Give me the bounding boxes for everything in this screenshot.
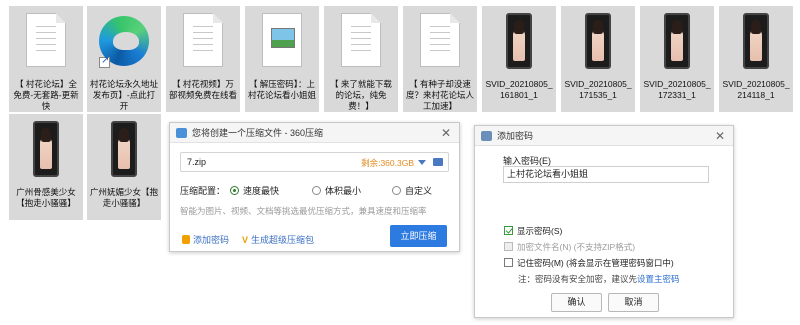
file-label: SVID_20210805_161801_1 [485,79,553,100]
add-password-link[interactable]: 添加密码 [182,233,229,246]
video-thumbnail-icon [585,13,611,69]
password-input[interactable]: 上村花论坛看小姐姐 [503,166,709,183]
file-label: 广州骨感美少女【抱走小骚骚】 [16,187,76,208]
add-password-label: 添加密码 [193,235,230,245]
image-file-icon [262,13,302,67]
radio-icon [392,186,401,195]
edge-browser-icon [99,16,149,68]
cancel-button[interactable]: 取消 [608,293,659,312]
password-dialog-title: 添加密码 [497,131,534,141]
radio-icon [230,186,239,195]
password-dialog-titlebar[interactable]: 添加密码 ✕ [475,126,733,146]
security-note: 注：密码没有安全加密，建议先设置主密码 [518,273,680,285]
super-zip-label: 生成超级压缩包 [251,235,315,245]
video-thumbnail-icon [743,13,769,69]
file-label: SVID_20210805_172331_1 [643,79,711,100]
video-thumbnail-icon [664,13,690,69]
zip-filename-field[interactable]: 7.zip 剩余:360.3GB [180,152,449,172]
file-tile[interactable]: 【 解压密码】：上村花论坛看小姐姐 [245,6,319,112]
zip-dialog-title: 您将创建一个压缩文件 - 360压缩 [192,128,324,138]
file-label: 村花论坛永久地址发布页】-点此打开 [89,79,158,111]
super-zip-link[interactable]: V 生成超级压缩包 [242,233,314,246]
radio-custom[interactable]: 自定义 [392,184,432,197]
file-tile[interactable]: 广州妩媚少女【抱走小骚骚】 [87,114,161,220]
config-label: 压缩配置： [180,186,226,196]
checkbox-label: 加密文件名(N) (不支持ZIP格式) [517,242,636,252]
file-tile[interactable]: 【 村花视频】万部视频免费在线看 [166,6,240,112]
show-password-checkbox[interactable]: 显示密码(S) [504,225,562,237]
checkbox-icon [504,242,513,251]
file-tile[interactable]: SVID_20210805_172331_1 [640,6,714,112]
file-tile[interactable]: 【 来了就能下载的论坛，纯免费！】 [324,6,398,112]
zip-filename: 7.zip [187,157,207,167]
zip-dialog-titlebar[interactable]: 您将创建一个压缩文件 - 360压缩 ✕ [170,123,459,143]
file-label: 【 解压密码】：上村花论坛看小姐姐 [247,79,316,100]
close-icon[interactable]: ✕ [441,123,451,143]
file-label: 【 来了就能下载的论坛，纯免费！】 [330,79,392,111]
file-tile[interactable]: 村花论坛永久地址发布页】-点此打开 [87,6,161,112]
checkbox-icon [504,258,513,267]
file-tile[interactable]: SVID_20210805_171535_1 [561,6,635,112]
file-label: 【 村花论坛】全免费-无套路-更新快 [13,79,79,111]
file-tile[interactable]: 【 村花论坛】全免费-无套路-更新快 [9,6,83,112]
file-label: 广州妩媚少女【抱走小骚骚】 [89,187,158,208]
close-icon[interactable]: ✕ [715,126,725,146]
checkbox-label: 记住密码(M) (将会显示在管理密码窗口中) [517,258,674,268]
zip-app-icon [176,128,187,138]
radio-label: 体积最小 [325,186,362,196]
file-label: 【 有种子却没速度？来村花论坛人工加速】 [405,79,474,111]
folder-icon[interactable] [433,158,443,166]
security-note-text: 注：密码没有安全加密，建议先 [518,274,638,284]
radio-icon [312,186,321,195]
file-label: SVID_20210805_214118_1 [722,79,790,100]
zip-dialog: 您将创建一个压缩文件 - 360压缩 ✕ 7.zip 剩余:360.3GB 压缩… [169,122,460,252]
radio-label: 自定义 [405,186,433,196]
vip-icon: V [242,235,249,245]
file-tile[interactable]: 广州骨感美少女【抱走小骚骚】 [9,114,83,220]
remember-password-checkbox[interactable]: 记住密码(M) (将会显示在管理密码窗口中) [504,257,674,269]
file-tile[interactable]: 【 有种子却没速度？来村花论坛人工加速】 [403,6,477,112]
document-icon [26,13,66,67]
lock-icon [182,235,190,244]
file-label: 【 村花视频】万部视频免费在线看 [168,79,237,100]
radio-label: 速度最快 [243,186,280,196]
compress-hint: 智能为图片、视频、文档等挑选最优压缩方式，兼具速度和压缩率 [180,206,427,216]
document-icon [341,13,381,67]
chevron-down-icon[interactable] [418,160,426,165]
video-thumbnail-icon [33,121,59,177]
confirm-button[interactable]: 确认 [551,293,602,312]
set-master-password-link[interactable]: 设置主密码 [637,274,680,284]
encrypt-filenames-checkbox[interactable]: 加密文件名(N) (不支持ZIP格式) [504,241,635,253]
password-dialog: 添加密码 ✕ 输入密码(E) 上村花论坛看小姐姐 显示密码(S) 加密文件名(N… [474,125,734,318]
checkbox-label: 显示密码(S) [517,226,563,236]
checkbox-icon [504,226,513,235]
shortcut-arrow-icon [99,55,110,68]
radio-fastest[interactable]: 速度最快 [230,184,279,197]
key-icon [481,131,492,141]
document-icon [420,13,460,67]
document-icon [183,13,223,67]
video-thumbnail-icon [506,13,532,69]
file-label: SVID_20210805_171535_1 [564,79,632,100]
file-tile[interactable]: SVID_20210805_161801_1 [482,6,556,112]
compress-now-button[interactable]: 立即压缩 [390,225,447,247]
video-thumbnail-icon [111,121,137,177]
file-tile[interactable]: SVID_20210805_214118_1 [719,6,793,112]
desktop: 【 村花论坛】全免费-无套路-更新快 村花论坛永久地址发布页】-点此打开 【 村… [0,0,800,325]
free-space-label: 剩余:360.3GB [361,158,414,168]
radio-smallest[interactable]: 体积最小 [312,184,361,197]
